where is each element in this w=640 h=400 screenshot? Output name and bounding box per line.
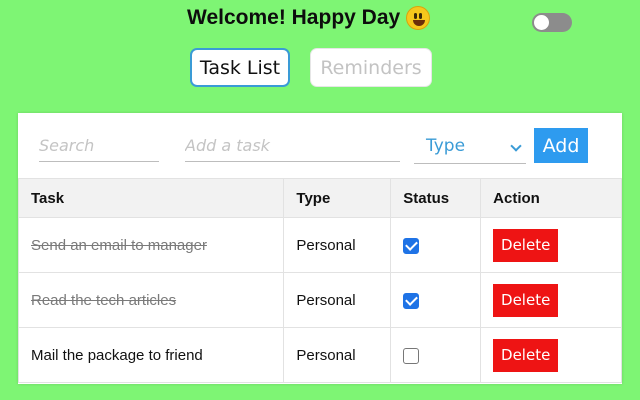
tab-task-list[interactable]: Task List bbox=[190, 48, 290, 87]
type-select[interactable]: Type bbox=[414, 129, 526, 164]
column-header-action: Action bbox=[480, 178, 622, 218]
add-task-input[interactable] bbox=[185, 129, 400, 162]
column-header-task: Task bbox=[17, 178, 285, 218]
task-name: Send an email to manager bbox=[17, 217, 285, 273]
delete-button[interactable]: Delete bbox=[493, 283, 559, 317]
task-input-bar: Type Add bbox=[18, 113, 622, 178]
status-checkbox[interactable] bbox=[403, 347, 420, 364]
column-header-status: Status bbox=[390, 178, 482, 218]
title-text: Welcome! Happy Day bbox=[187, 6, 401, 29]
page-title: Welcome! Happy Day bbox=[187, 6, 431, 30]
task-name: Read the tech articles bbox=[17, 272, 285, 328]
delete-button[interactable]: Delete bbox=[493, 338, 559, 372]
header: Welcome! Happy Day bbox=[0, 0, 640, 40]
table-row: Send an email to manager Personal Delete bbox=[17, 217, 622, 273]
table-header-row: Task Type Status Action bbox=[17, 178, 622, 218]
grinning-face-icon bbox=[406, 6, 431, 30]
task-type: Personal bbox=[283, 217, 392, 273]
task-table: Task Type Status Action Send an email to… bbox=[17, 178, 622, 383]
task-card: Type Add Task Type Status Action Send an… bbox=[17, 113, 622, 384]
column-header-type: Type bbox=[283, 178, 392, 218]
table-row: Read the tech articles Personal Delete bbox=[17, 272, 622, 328]
table-row: Mail the package to friend Personal Dele… bbox=[17, 327, 622, 383]
task-type: Personal bbox=[283, 272, 392, 328]
task-name: Mail the package to friend bbox=[17, 327, 285, 383]
add-button[interactable]: Add bbox=[534, 128, 588, 163]
type-select-value: Type bbox=[426, 136, 466, 156]
delete-button[interactable]: Delete bbox=[493, 228, 559, 262]
search-input[interactable] bbox=[39, 129, 159, 162]
status-checkbox[interactable] bbox=[403, 292, 420, 309]
chevron-down-icon bbox=[510, 140, 522, 152]
toggle-knob bbox=[534, 15, 549, 30]
theme-toggle[interactable] bbox=[532, 13, 572, 32]
task-type: Personal bbox=[283, 327, 392, 383]
status-checkbox[interactable] bbox=[403, 237, 420, 254]
tab-reminders[interactable]: Reminders bbox=[310, 48, 432, 87]
